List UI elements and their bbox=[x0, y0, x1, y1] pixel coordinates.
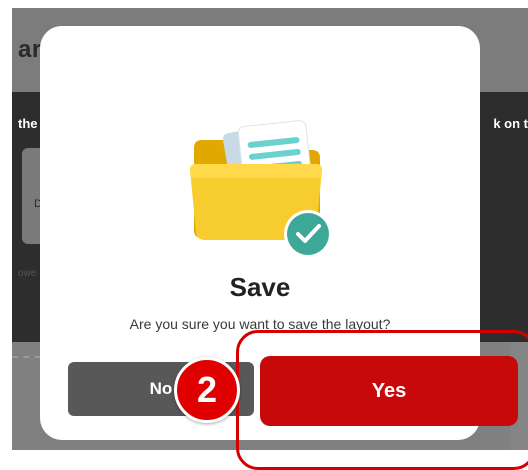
tutorial-highlight-frame bbox=[236, 330, 528, 470]
background-faint-text: owe bbox=[18, 268, 37, 279]
background-panel-text-left: the bbox=[18, 116, 38, 131]
dialog-title: Save bbox=[229, 272, 291, 302]
no-button-label: No bbox=[149, 379, 173, 398]
folder-with-checkmark-icon bbox=[190, 120, 332, 258]
tutorial-step-badge: 2 bbox=[174, 357, 240, 423]
background-panel-text-right: k on t bbox=[493, 116, 528, 131]
